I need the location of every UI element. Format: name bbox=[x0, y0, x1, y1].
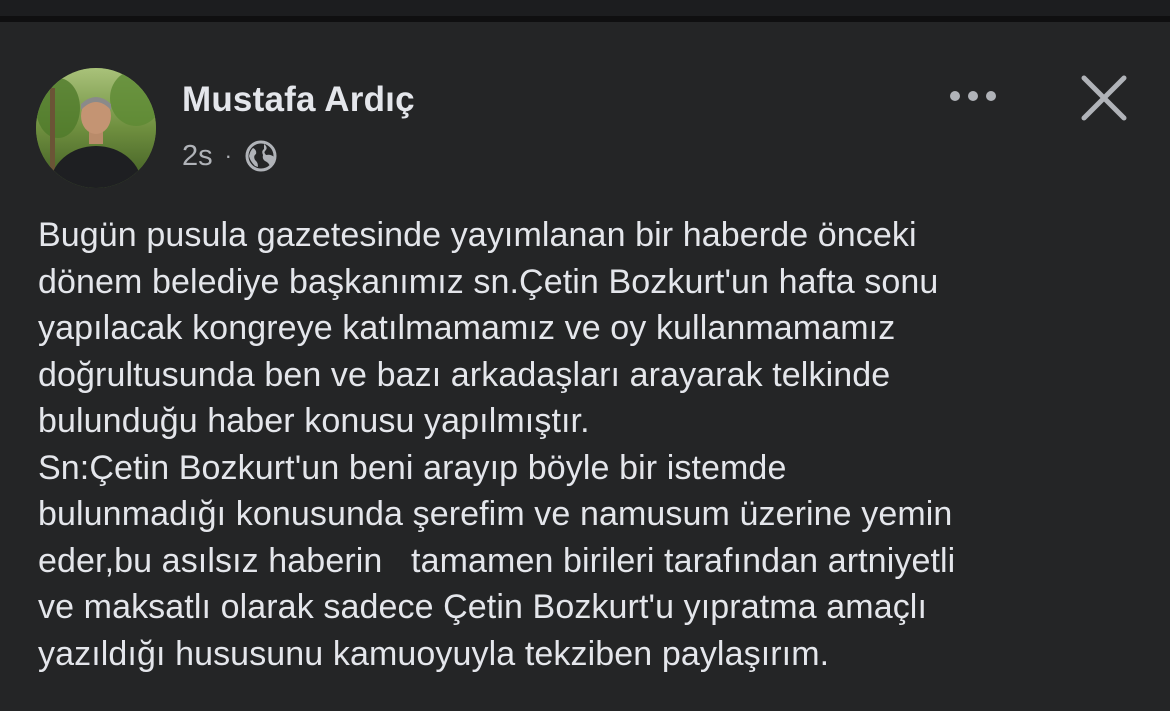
top-strip bbox=[0, 0, 1170, 22]
post-text: Bugün pusula gazetesinde yayımlanan bir … bbox=[38, 216, 956, 673]
post-card: Mustafa Ardıç 2s · Bugün pusula gazetesi… bbox=[0, 28, 1170, 711]
close-button[interactable] bbox=[1076, 72, 1132, 128]
more-options-button[interactable] bbox=[940, 80, 1006, 116]
more-options-icon bbox=[940, 78, 1006, 119]
globe-icon bbox=[244, 139, 278, 173]
avatar[interactable] bbox=[36, 68, 156, 188]
post-meta: 2s · bbox=[182, 138, 278, 174]
close-icon bbox=[1076, 70, 1132, 131]
author-name[interactable]: Mustafa Ardıç bbox=[182, 80, 415, 120]
meta-separator: · bbox=[224, 143, 232, 168]
post-timestamp[interactable]: 2s bbox=[182, 140, 213, 173]
avatar-photo bbox=[36, 68, 156, 188]
